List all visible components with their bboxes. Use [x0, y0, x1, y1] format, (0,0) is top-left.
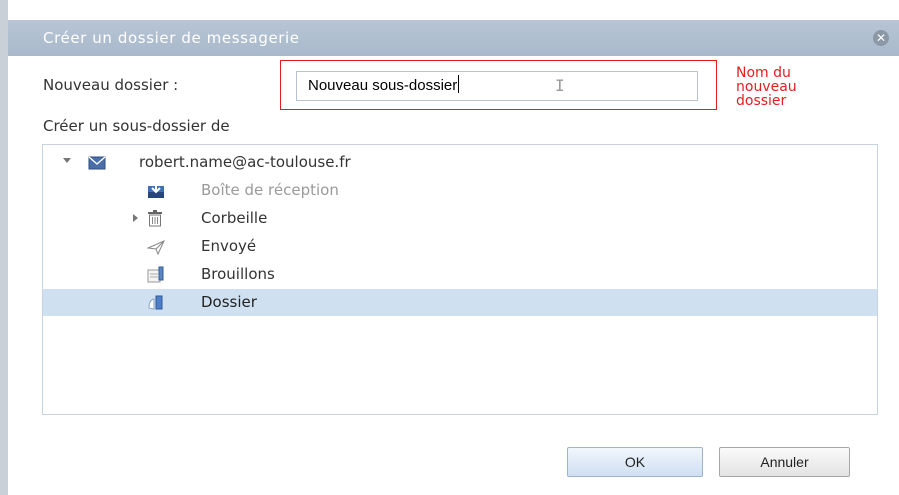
text-caret — [458, 75, 460, 93]
dialog-title: Créer un dossier de messagerie — [43, 29, 300, 47]
window-edge — [0, 0, 8, 495]
annotation-line: dossier — [736, 93, 787, 109]
tree-item-label: Envoyé — [201, 237, 257, 255]
account-label: robert.name@ac-toulouse.fr — [139, 153, 351, 171]
cancel-button-label: Annuler — [760, 454, 809, 470]
tree-item-label: Brouillons — [201, 265, 275, 283]
tree-item-inbox[interactable]: Boîte de réception — [43, 177, 877, 204]
tree-item-drafts[interactable]: Brouillons — [43, 261, 877, 288]
tree-item-label: Boîte de réception — [201, 181, 339, 199]
inbox-icon — [148, 183, 164, 198]
trash-icon — [148, 210, 162, 227]
ibeam-cursor-icon: I — [555, 76, 565, 95]
expanded-arrow-icon[interactable] — [63, 158, 71, 163]
tree-item-folder-selected[interactable]: Dossier — [43, 289, 877, 316]
tree-account-node[interactable]: robert.name@ac-toulouse.fr — [43, 149, 877, 176]
ok-button-label: OK — [624, 454, 646, 470]
close-icon[interactable]: ✕ — [873, 30, 889, 46]
tree-item-sent[interactable]: Envoyé — [43, 233, 877, 260]
annotation-note: Nom du nouveau dossier — [736, 66, 856, 108]
cancel-button[interactable]: Annuler — [719, 447, 850, 477]
annotation-line: nouveau — [736, 79, 797, 95]
dialog-title-bar[interactable]: Créer un dossier de messagerie ✕ — [8, 20, 899, 56]
ok-button[interactable]: OK — [567, 447, 703, 477]
folder-tree[interactable]: robert.name@ac-toulouse.fr Boîte de réce… — [42, 144, 878, 415]
drafts-icon — [147, 266, 164, 283]
tree-item-label: Dossier — [201, 293, 257, 311]
new-folder-name-input[interactable]: Nouveau sous-dossier — [296, 71, 698, 101]
mail-account-icon — [88, 156, 106, 170]
sent-icon — [147, 240, 165, 255]
parent-folder-label: Créer un sous-dossier de — [43, 117, 230, 135]
new-folder-input-value: Nouveau sous-dossier — [308, 77, 458, 94]
collapsed-arrow-icon[interactable] — [133, 214, 138, 222]
tree-item-label: Corbeille — [201, 209, 268, 227]
annotation-line: Nom du — [736, 65, 791, 81]
create-folder-dialog: Créer un dossier de messagerie ✕ Nouveau… — [0, 0, 899, 495]
new-folder-label: Nouveau dossier : — [43, 76, 179, 94]
tree-item-trash[interactable]: Corbeille — [43, 205, 877, 232]
folder-icon — [148, 295, 163, 310]
